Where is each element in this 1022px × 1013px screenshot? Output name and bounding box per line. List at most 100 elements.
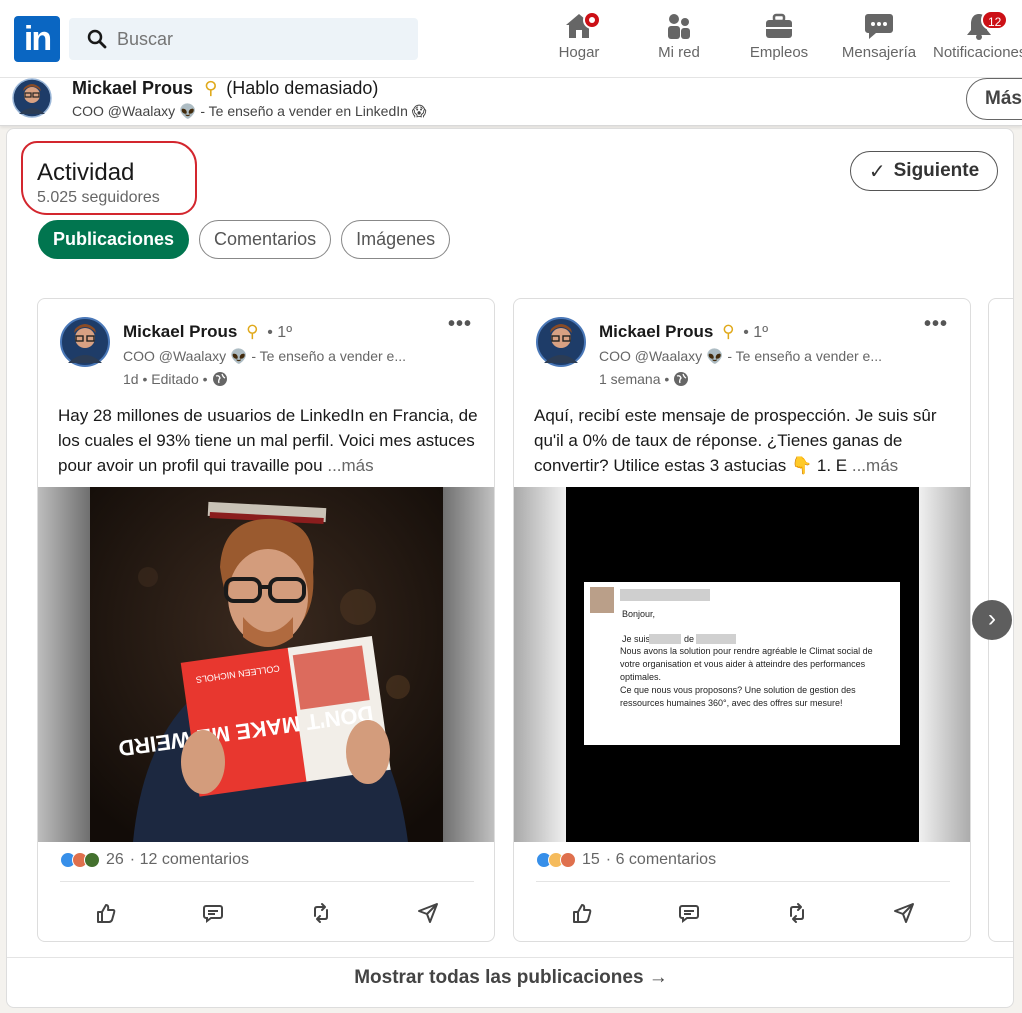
like-icon: [97, 904, 116, 923]
reaction-icons: [536, 852, 576, 868]
nav-network-label: Mi red: [658, 44, 700, 61]
message-line1b: de: [684, 634, 694, 644]
post-time-text: 1 semana •: [599, 371, 670, 387]
post-actions: [536, 899, 950, 927]
post-reactions[interactable]: 15 · 6 comentarios: [536, 851, 716, 869]
carousel-next-icon[interactable]: ›: [972, 600, 1012, 640]
post-reactions[interactable]: 26 · 12 comentarios: [60, 851, 249, 869]
nav-messaging-label: Mensajería: [841, 44, 917, 61]
briefcase-icon: [766, 13, 792, 38]
see-more-link[interactable]: ...más: [327, 456, 373, 475]
nav-jobs[interactable]: Empleos: [729, 10, 829, 72]
messaging-icon: [865, 14, 893, 39]
post-menu-icon[interactable]: •••: [448, 313, 472, 336]
message-body: Nous avons la solution pour rendre agréa…: [620, 646, 873, 682]
reaction-count: 15: [582, 851, 600, 868]
send-button[interactable]: [888, 899, 920, 927]
more-button[interactable]: Más: [966, 78, 1022, 120]
profile-name: Mickael Prous ⚲ (Hablo demasiado): [72, 78, 378, 99]
post-author: Mickael Prous ⚲ • 1º: [123, 322, 292, 342]
verified-badge-icon: ⚲: [722, 322, 735, 341]
nav-messaging[interactable]: Mensajería: [829, 10, 929, 72]
connection-degree: • 1º: [267, 324, 293, 341]
post-time: 1d • Editado •: [123, 371, 228, 387]
post-time-text: 1d • Editado •: [123, 371, 208, 387]
repost-button[interactable]: [305, 899, 337, 927]
search-icon: [87, 29, 107, 49]
show-all-posts-link[interactable]: Mostrar todas las publicaciones →: [7, 967, 1013, 989]
post-text: Aquí, recibí este mensaje de prospección…: [534, 403, 954, 478]
comment-button[interactable]: [673, 899, 705, 927]
globe-icon: [212, 372, 227, 386]
post-author-headline: COO @Waalaxy 👽 - Te enseño a vender e...: [599, 348, 882, 364]
comments-count[interactable]: · 12 comentarios: [130, 851, 249, 869]
post-card[interactable]: Mickael Prous ⚲ • 1º COO @Waalaxy 👽 - Te…: [37, 298, 495, 942]
like-button[interactable]: [566, 899, 598, 927]
comment-icon: [203, 905, 224, 923]
post-author: Mickael Prous ⚲ • 1º: [599, 322, 768, 342]
avatar[interactable]: [60, 317, 110, 367]
avatar[interactable]: [536, 317, 586, 367]
tab-posts[interactable]: Publicaciones: [38, 220, 190, 259]
avatar[interactable]: [12, 78, 52, 118]
reaction-icons: [60, 852, 100, 868]
connection-degree: • 1º: [743, 324, 769, 341]
send-button[interactable]: [412, 899, 444, 927]
tab-images[interactable]: Imágenes: [341, 220, 451, 259]
activity-tabs: Publicaciones Comentarios Imágenes: [38, 220, 451, 259]
comments-count[interactable]: · 6 comentarios: [606, 851, 716, 869]
post-image[interactable]: DON'T MAKE ME WEIRD COLLEEN NICHOLS: [38, 487, 494, 842]
nav-notifications-label: Notificaciones: [933, 44, 1022, 61]
activity-card: Actividad 5.025 seguidores ✓ Siguiente P…: [6, 128, 1014, 1008]
send-icon: [417, 903, 438, 923]
message-body2: Ce que nous vous proposons? Une solution…: [620, 685, 856, 708]
top-nav: in Hogar Mi red Empleos: [0, 0, 1022, 78]
network-icon: [668, 14, 690, 39]
post-image[interactable]: Bonjour, Je suis de Nous avons la soluti…: [514, 487, 970, 842]
comment-icon: [679, 905, 700, 923]
nav-home-label: Hogar: [558, 44, 600, 61]
message-greeting: Bonjour,: [622, 609, 655, 619]
post-actions: [60, 899, 474, 927]
search-box[interactable]: [69, 18, 418, 60]
repost-button[interactable]: [781, 899, 813, 927]
home-notification-dot: [583, 11, 601, 29]
see-more-link[interactable]: ...más: [852, 456, 898, 475]
post-card[interactable]: Mickael Prous ⚲ • 1º COO @Waalaxy 👽 - Te…: [513, 298, 971, 942]
profile-name-extra: (Hablo demasiado): [226, 78, 379, 98]
divider: [7, 957, 1013, 958]
verified-badge-icon: ⚲: [246, 322, 259, 341]
like-icon: [573, 904, 592, 923]
tab-comments[interactable]: Comentarios: [199, 220, 332, 259]
post-author-name[interactable]: Mickael Prous: [599, 322, 713, 341]
message-line1: Je suis: [622, 634, 651, 644]
reaction-count: 26: [106, 851, 124, 868]
notifications-badge: 12: [981, 10, 1009, 30]
send-icon: [893, 903, 914, 923]
repost-icon: [313, 903, 328, 923]
nav-network[interactable]: Mi red: [629, 10, 729, 72]
post-menu-icon[interactable]: •••: [924, 313, 948, 336]
post-text: Hay 28 millones de usuarios de LinkedIn …: [58, 403, 478, 478]
checkmark-icon: ✓: [868, 160, 886, 183]
post-author-name[interactable]: Mickael Prous: [123, 322, 237, 341]
reading-person-image: DON'T MAKE ME WEIRD COLLEEN NICHOLS: [38, 487, 494, 842]
search-input[interactable]: [117, 28, 397, 50]
message-screenshot-image: Bonjour, Je suis de Nous avons la soluti…: [514, 487, 970, 842]
like-button[interactable]: [90, 899, 122, 927]
profile-headline: COO @Waalaxy 👽 - Te enseño a vender en L…: [72, 103, 427, 119]
nav-notifications[interactable]: 12 Notificaciones: [929, 10, 1022, 72]
follow-button[interactable]: ✓ Siguiente: [850, 151, 998, 191]
divider: [536, 881, 950, 882]
globe-icon: [674, 372, 689, 386]
profile-name-text: Mickael Prous: [72, 78, 194, 98]
post-author-headline: COO @Waalaxy 👽 - Te enseño a vender e...: [123, 348, 406, 364]
divider: [60, 881, 474, 882]
comment-button[interactable]: [197, 899, 229, 927]
follow-button-label: Siguiente: [893, 160, 980, 181]
post-time: 1 semana •: [599, 371, 689, 387]
nav-home[interactable]: Hogar: [529, 10, 629, 72]
nav-jobs-label: Empleos: [749, 44, 809, 61]
linkedin-logo-icon[interactable]: in: [14, 16, 60, 62]
repost-icon: [789, 903, 804, 923]
